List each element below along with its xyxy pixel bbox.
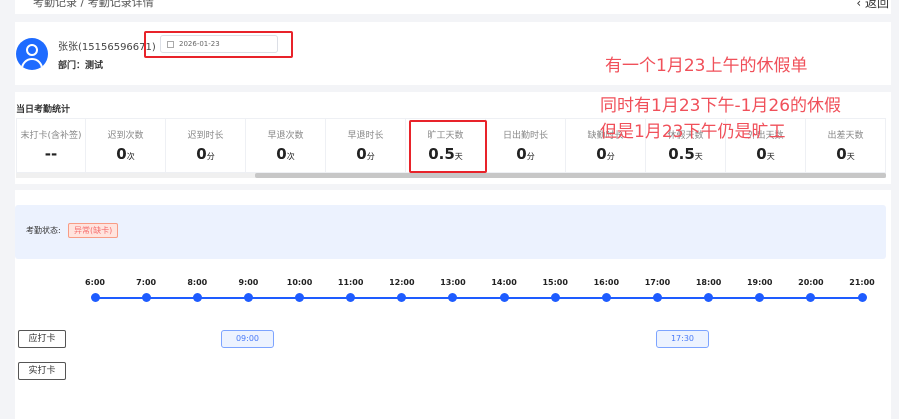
timeline-label: 6:00 bbox=[85, 278, 105, 287]
timeline-line bbox=[95, 297, 862, 299]
timeline-dot bbox=[243, 293, 253, 302]
timeline-label: 14:00 bbox=[491, 278, 517, 287]
horizontal-scrollbar[interactable] bbox=[16, 173, 886, 178]
annotation: 但是1月23下午仍是旷工 bbox=[600, 122, 786, 142]
timeline-label: 16:00 bbox=[593, 278, 620, 287]
timeline-label: 20:00 bbox=[798, 278, 824, 287]
stat-value: 0次 bbox=[116, 145, 135, 163]
actual-punch-button[interactable]: 实打卡 bbox=[18, 362, 66, 380]
stat-value: 0分 bbox=[596, 145, 615, 163]
annotation: 有一个1月23上午的休假单 bbox=[605, 56, 808, 76]
stat-label: 出差天数 bbox=[827, 131, 864, 141]
stat-label: 早退时长 bbox=[347, 131, 384, 141]
timeline-dot bbox=[652, 293, 662, 302]
top-bar: 考勤记录 / 考勤记录详情 ‹ 返回 bbox=[15, 0, 891, 14]
stat-value: 0分 bbox=[196, 145, 215, 163]
stats-title: 当日考勤统计 bbox=[16, 105, 71, 115]
scrollbar-thumb[interactable] bbox=[255, 173, 886, 178]
stat-label: 日出勤时长 bbox=[502, 131, 548, 141]
timeline-label: 17:00 bbox=[644, 278, 671, 287]
stat-label: 早退次数 bbox=[267, 131, 304, 141]
timeline-label: 21:00 bbox=[849, 278, 875, 287]
timeline-label: 10:00 bbox=[286, 278, 313, 287]
timeline-label: 13:00 bbox=[440, 278, 466, 287]
back-button[interactable]: ‹ 返回 bbox=[856, 0, 889, 11]
stat-value: -- bbox=[44, 145, 58, 163]
timeline-dot bbox=[90, 293, 100, 302]
stat-value: 0分 bbox=[356, 145, 375, 163]
status-panel: 考勤状态: 异常(缺卡) bbox=[15, 205, 886, 259]
stat-value: 0天 bbox=[836, 145, 855, 163]
stat-cell: 末打卡(含补签) -- bbox=[16, 118, 86, 173]
timeline-dot bbox=[601, 293, 611, 302]
annotation: 同时有1月23下午-1月26的休假 bbox=[600, 96, 842, 116]
user-name: 张张(15156596671) bbox=[58, 42, 156, 53]
stat-label: 迟到时长 bbox=[187, 131, 224, 141]
timeline-dot bbox=[499, 293, 509, 302]
avatar bbox=[16, 38, 48, 70]
highlight-box bbox=[409, 120, 487, 173]
timeline-dot bbox=[141, 293, 151, 302]
stat-cell: 出差天数 0天 bbox=[806, 118, 886, 173]
stat-value: 0.5天 bbox=[668, 145, 703, 163]
timeline-dot bbox=[550, 293, 560, 302]
date-picker[interactable]: 2026-01-23 bbox=[160, 35, 278, 53]
stat-label: 迟到次数 bbox=[107, 131, 144, 141]
timeline-dot bbox=[295, 293, 305, 302]
timeline-label: 11:00 bbox=[337, 278, 364, 287]
breadcrumb[interactable]: 考勤记录 / 考勤记录详情 bbox=[33, 0, 154, 10]
expected-punch-time: 09:00 bbox=[221, 330, 274, 348]
stat-value: 0次 bbox=[276, 145, 295, 163]
timeline-dot bbox=[857, 293, 867, 302]
stat-cell: 迟到时长 0分 bbox=[166, 118, 246, 173]
stat-cell: 日出勤时长 0分 bbox=[486, 118, 566, 173]
timeline-label: 8:00 bbox=[187, 278, 208, 287]
stat-cell: 迟到次数 0次 bbox=[86, 118, 166, 173]
stat-cell: 早退时长 0分 bbox=[326, 118, 406, 173]
stat-label: 末打卡(含补签) bbox=[20, 131, 82, 141]
timeline-label: 7:00 bbox=[136, 278, 157, 287]
stat-value: 0天 bbox=[756, 145, 775, 163]
stat-cell: 早退次数 0次 bbox=[246, 118, 326, 173]
timeline-label: 12:00 bbox=[389, 278, 415, 287]
timeline-label: 18:00 bbox=[695, 278, 722, 287]
user-department: 部门：测试 bbox=[58, 61, 104, 71]
timeline-label: 15:00 bbox=[542, 278, 568, 287]
expected-punch-time: 17:30 bbox=[656, 330, 709, 348]
status-label: 考勤状态: bbox=[26, 226, 61, 235]
timeline-label: 9:00 bbox=[238, 278, 259, 287]
timeline-dot bbox=[192, 293, 202, 302]
stat-value: 0分 bbox=[516, 145, 535, 163]
expected-punch-button[interactable]: 应打卡 bbox=[18, 330, 66, 348]
calendar-icon bbox=[167, 41, 174, 48]
timeline-label: 19:00 bbox=[746, 278, 773, 287]
status-badge: 异常(缺卡) bbox=[68, 223, 119, 238]
